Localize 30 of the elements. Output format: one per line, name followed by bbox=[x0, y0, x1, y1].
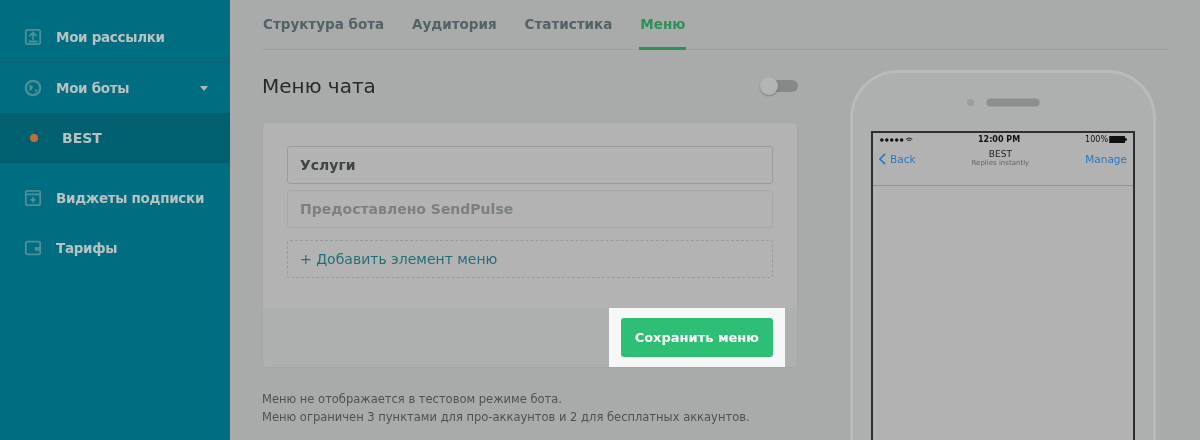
manage-link[interactable]: Manage bbox=[1085, 153, 1127, 165]
battery-icon bbox=[1109, 136, 1127, 143]
add-menu-item-link[interactable]: + Добавить элемент меню bbox=[287, 240, 773, 278]
signal-icon bbox=[879, 135, 913, 144]
bot-name: BEST bbox=[62, 130, 102, 146]
section-title: Меню чата bbox=[262, 74, 376, 98]
note-text: Меню ограничен 3 пунктами для про-аккаунтов и 2 для бесплатных аккаунтов. bbox=[262, 409, 751, 426]
status-time: 12:00 PM bbox=[978, 135, 1021, 144]
chat-title: BEST bbox=[988, 149, 1012, 159]
sidebar-item[interactable]: Мои боты bbox=[0, 63, 230, 113]
battery-percent: 100% bbox=[1085, 135, 1108, 144]
caret-icon[interactable] bbox=[200, 85, 208, 91]
speaker-grille bbox=[985, 97, 1040, 107]
tab[interactable]: Меню bbox=[639, 0, 687, 50]
wallet-icon bbox=[24, 239, 42, 257]
tab[interactable]: Аудитория bbox=[411, 0, 498, 50]
back-link[interactable]: Back bbox=[879, 153, 916, 165]
menu-item-field[interactable]: Услуги bbox=[287, 146, 773, 184]
sidebar-subitem[interactable]: BEST bbox=[0, 113, 230, 163]
tab[interactable]: Статистика bbox=[523, 0, 614, 50]
widget-icon bbox=[24, 189, 42, 207]
sidebar-item[interactable]: Тарифы bbox=[0, 223, 230, 273]
note-text: Меню не отображается в тестовом режиме бота. bbox=[262, 391, 563, 408]
globe-icon bbox=[24, 79, 42, 97]
sidebar-item[interactable]: Мои рассылки bbox=[0, 12, 230, 62]
upload-icon bbox=[24, 28, 42, 46]
sidebar-item[interactable]: Виджеты подписки bbox=[0, 173, 230, 223]
chevron-left-icon bbox=[879, 153, 886, 165]
tab[interactable]: Структура бота bbox=[262, 0, 386, 50]
save-button[interactable]: Сохранить меню bbox=[620, 318, 773, 357]
